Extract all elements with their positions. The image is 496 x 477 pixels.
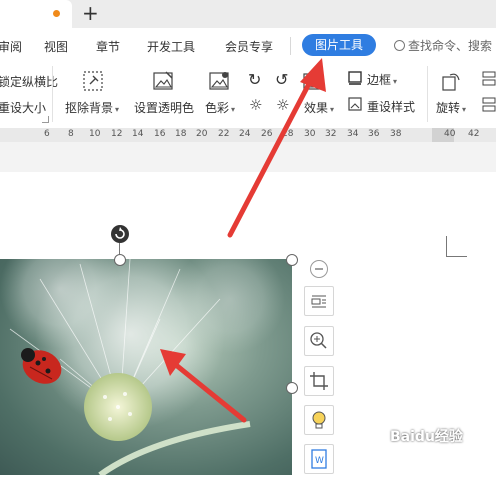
watermark: Baidu经验 xyxy=(390,429,463,445)
annotation-arrows xyxy=(160,58,326,423)
